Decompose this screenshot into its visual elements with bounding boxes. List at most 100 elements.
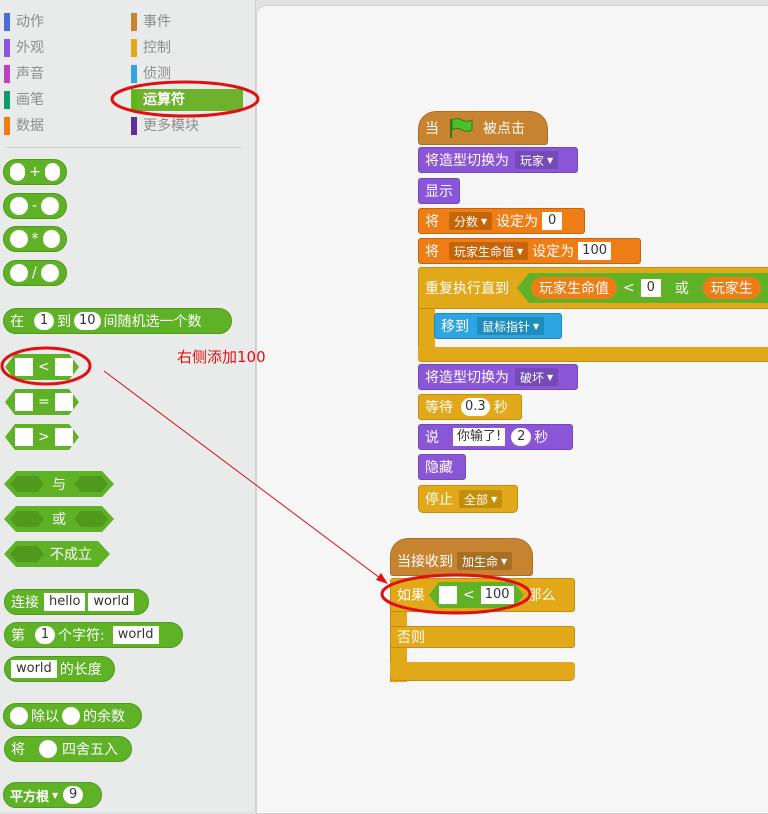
join-block[interactable]: 连接 hello world xyxy=(4,589,149,615)
wait-seconds-input[interactable]: 0.3 xyxy=(461,398,490,416)
operand-slot[interactable] xyxy=(62,707,80,725)
category-motion[interactable]: 动作 xyxy=(4,11,114,33)
letter-word-slot[interactable]: world xyxy=(112,626,159,644)
greater-than-block[interactable]: > xyxy=(5,424,79,450)
sqrt-block[interactable]: 平方根 ▼ 9 xyxy=(3,782,102,808)
operand-slot[interactable] xyxy=(10,230,28,248)
value-input[interactable]: 0 xyxy=(542,212,563,230)
dropdown-value: 加生命 xyxy=(462,554,499,569)
set-health-block[interactable]: 将玩家生命值 ▼ 设定为 100 xyxy=(418,238,641,264)
operand-slot[interactable] xyxy=(55,393,73,411)
operand-slot[interactable] xyxy=(15,428,33,446)
operand-slot[interactable] xyxy=(40,264,59,282)
block-text: 当接收到 xyxy=(397,554,453,570)
operand-slot[interactable] xyxy=(439,586,457,604)
category-looks[interactable]: 外观 xyxy=(4,37,114,59)
set-score-block[interactable]: 将分数 ▼ 设定为 0 xyxy=(418,208,585,234)
condition-slot[interactable] xyxy=(74,476,108,492)
say-seconds-input[interactable]: 2 xyxy=(511,428,532,446)
variable-dropdown[interactable]: 玩家生命值 ▼ xyxy=(449,242,529,260)
and-block[interactable]: 与 xyxy=(4,471,114,497)
condition-slot[interactable] xyxy=(74,511,108,527)
when-flag-clicked-block[interactable]: 当 被点击 xyxy=(418,111,548,145)
green-flag-icon xyxy=(450,118,473,138)
script-area[interactable]: 当被点击 将造型切换为 玩家 ▼ 显示 将分数 ▼ 设定为 0 将玩家生命值 ▼ 设定为 100… xyxy=(256,5,768,814)
random-to-slot[interactable]: 10 xyxy=(74,312,101,330)
value-input[interactable]: 100 xyxy=(578,242,611,260)
category-sensing[interactable]: 侦测 xyxy=(131,63,241,85)
operand-slot[interactable] xyxy=(44,163,60,181)
letter-of-block[interactable]: 第 1 个字符: world xyxy=(4,622,183,648)
divide-block[interactable]: / xyxy=(3,260,67,286)
health-variable-reporter[interactable]: 玩家生命值 xyxy=(531,277,617,299)
category-operators[interactable]: 运算符 xyxy=(131,89,243,111)
not-block[interactable]: 不成立 xyxy=(4,541,110,567)
round-block[interactable]: 将 四舍五入 xyxy=(4,736,132,762)
operand-slot[interactable] xyxy=(55,358,73,376)
join-second-slot[interactable]: world xyxy=(88,593,135,611)
less-than-condition[interactable]: <100 xyxy=(429,582,524,608)
join-first-slot[interactable]: hello xyxy=(44,593,86,611)
operand-slot[interactable] xyxy=(10,163,26,181)
category-sound[interactable]: 声音 xyxy=(4,63,114,85)
costume-dropdown[interactable]: 破坏 ▼ xyxy=(515,368,559,386)
operand-slot[interactable] xyxy=(42,230,60,248)
operand-slot[interactable] xyxy=(10,264,28,282)
health-variable-reporter[interactable]: 玩家生 xyxy=(702,277,761,299)
wait-block[interactable]: 等待 0.3 秒 xyxy=(418,394,522,420)
hide-block[interactable]: 隐藏 xyxy=(418,454,466,480)
variable-dropdown[interactable]: 分数 ▼ xyxy=(449,212,493,230)
category-pen[interactable]: 画笔 xyxy=(4,89,114,111)
operand-slot[interactable] xyxy=(15,393,33,411)
mod-block[interactable]: 除以 的余数 xyxy=(3,703,142,729)
letter-index-slot[interactable]: 1 xyxy=(35,626,55,644)
add-block[interactable]: + xyxy=(3,159,67,185)
length-of-block[interactable]: world 的长度 xyxy=(4,656,115,682)
category-label: 动作 xyxy=(16,14,44,30)
repeat-until-block[interactable]: 重复执行直到 玩家生命值 <0 或玩家生 移到 鼠标指针 ▼ xyxy=(418,267,768,362)
stop-option-dropdown[interactable]: 全部 ▼ xyxy=(459,490,503,508)
condition-slot[interactable] xyxy=(10,511,44,527)
category-color-bar xyxy=(131,117,137,135)
dropdown-arrow-icon: ▼ xyxy=(547,372,554,382)
say-for-secs-block[interactable]: 说你输了! 2 秒 xyxy=(418,424,573,450)
category-data[interactable]: 数据 xyxy=(4,115,114,137)
category-more-blocks[interactable]: 更多模块 xyxy=(131,115,241,137)
costume-dropdown[interactable]: 玩家 ▼ xyxy=(515,151,559,169)
operand-slot[interactable] xyxy=(55,428,73,446)
go-to-block[interactable]: 移到 鼠标指针 ▼ xyxy=(434,313,562,339)
condition-slot[interactable] xyxy=(10,546,44,562)
equals-block[interactable]: = xyxy=(5,389,79,415)
subtract-block[interactable]: - xyxy=(3,193,67,219)
operand-slot[interactable] xyxy=(41,197,60,215)
switch-costume-block[interactable]: 将造型切换为 玩家 ▼ xyxy=(418,147,578,173)
sqrt-value-slot[interactable]: 9 xyxy=(63,786,84,804)
less-than-block[interactable]: < xyxy=(5,354,79,380)
when-receive-block[interactable]: 当接收到 加生命 ▼ xyxy=(390,538,533,576)
condition-slot[interactable] xyxy=(10,476,44,492)
if-header: 如果 <100 那么 xyxy=(390,578,575,612)
if-else-block[interactable]: 如果 <100 那么 否则 xyxy=(390,578,575,682)
compare-value-input[interactable]: 100 xyxy=(481,586,514,604)
category-events[interactable]: 事件 xyxy=(131,11,241,33)
length-word-slot[interactable]: world xyxy=(11,660,57,678)
show-block[interactable]: 显示 xyxy=(418,178,460,204)
say-text-input[interactable]: 你输了! xyxy=(453,428,506,446)
target-dropdown[interactable]: 鼠标指针 ▼ xyxy=(477,317,545,335)
compare-value-input[interactable]: 0 xyxy=(640,279,661,297)
operand-slot[interactable] xyxy=(15,358,33,376)
multiply-block[interactable]: * xyxy=(3,226,67,252)
operand-slot[interactable] xyxy=(39,740,57,758)
or-condition[interactable]: 玩家生命值 <0 或玩家生 xyxy=(517,273,768,303)
message-dropdown[interactable]: 加生命 ▼ xyxy=(457,552,513,570)
category-control[interactable]: 控制 xyxy=(131,37,241,59)
operand-slot[interactable] xyxy=(10,707,28,725)
stop-block[interactable]: 停止 全部 ▼ xyxy=(418,485,518,513)
random-from-slot[interactable]: 1 xyxy=(34,312,54,330)
or-block[interactable]: 或 xyxy=(4,506,114,532)
function-dropdown[interactable]: 平方根 xyxy=(10,786,49,805)
dropdown-arrow-icon[interactable]: ▼ xyxy=(52,791,58,800)
switch-costume-block-2[interactable]: 将造型切换为 破坏 ▼ xyxy=(418,364,578,390)
operand-slot[interactable] xyxy=(10,197,28,215)
random-block[interactable]: 在 1 到 10 间随机选一个数 xyxy=(3,308,232,334)
